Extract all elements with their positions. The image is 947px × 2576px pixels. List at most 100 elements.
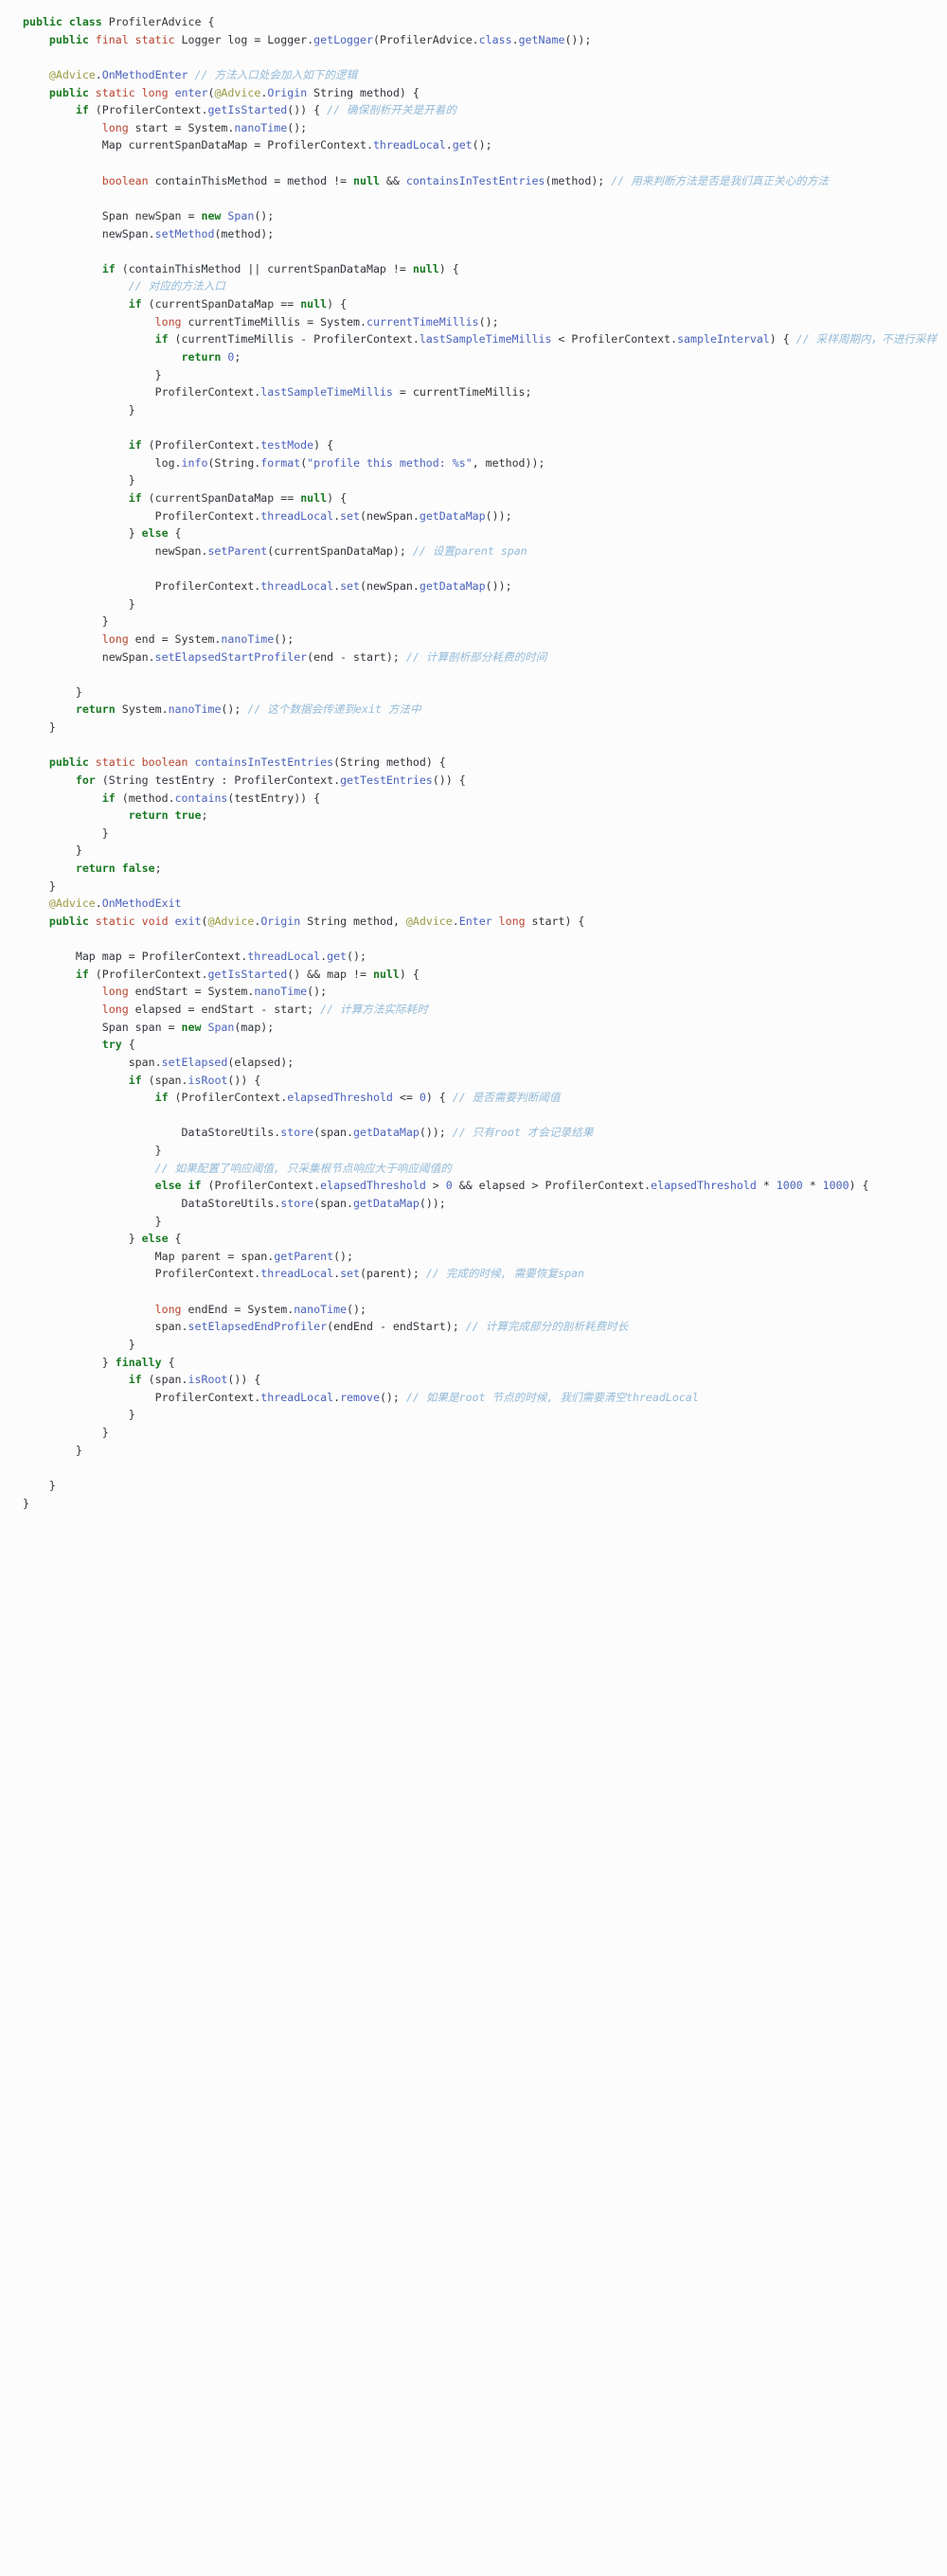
- code-token-p: log.: [23, 455, 182, 470]
- code-token-p: ProfilerContext.: [23, 1390, 261, 1404]
- code-token-p: elapsed = endStart - start;: [128, 1003, 321, 1016]
- code-token-m: currentTimeMillis: [366, 314, 479, 329]
- code-token-p: Logger log = Logger.: [174, 32, 314, 46]
- code-token-m: enter: [174, 85, 208, 99]
- code-token-m: nanoTime: [234, 120, 288, 134]
- code-token-k: if: [101, 261, 116, 275]
- code-token-p: [23, 491, 129, 505]
- code-token-p: [23, 1003, 102, 1016]
- code-token-m: get: [327, 950, 348, 964]
- code-token-p: (currentSpanDataMap ==: [141, 297, 301, 311]
- code-token-k: if: [75, 967, 89, 981]
- code-token-t: boolean: [101, 173, 149, 187]
- code-token-p: newSpan.: [23, 649, 155, 664]
- code-token-p: (newSpan.: [360, 579, 420, 593]
- code-token-p: [23, 121, 102, 134]
- code-token-m: remove: [340, 1390, 380, 1404]
- code-token-p: [23, 297, 129, 311]
- code-token-m: isRoot: [188, 1373, 228, 1387]
- code-token-m: elapsedThreshold: [651, 1179, 757, 1193]
- code-token-k: for: [75, 773, 96, 787]
- code-token-n: 0: [419, 1091, 426, 1105]
- code-token-c: // 采样周期内，不进行采样: [795, 332, 938, 346]
- code-token-p: [23, 1038, 102, 1051]
- code-token-p: {: [168, 1232, 182, 1246]
- code-token-p: ()) {: [227, 1073, 261, 1087]
- code-token-t: long: [154, 314, 182, 329]
- code-token-p: (newSpan.: [360, 508, 420, 523]
- code-token-p: }: [23, 1144, 162, 1157]
- code-token-m: containsInTestEntries: [194, 755, 334, 770]
- code-token-k: null: [412, 261, 439, 275]
- code-token-p: ) {: [399, 967, 420, 981]
- code-token-k: else: [141, 1232, 169, 1246]
- code-token-k: else: [141, 526, 169, 541]
- source-code[interactable]: public class ProfilerAdvice { public fin…: [0, 6, 947, 1521]
- code-token-c: // 如果是root 节点的时候, 我们需要清空threadLocal: [405, 1390, 699, 1404]
- code-token-c: // 用来判断方法是否是我们真正关心的方法: [611, 173, 829, 187]
- code-token-p: (currentTimeMillis - ProfilerContext.: [168, 332, 420, 346]
- code-token-a: @Advice: [405, 914, 453, 928]
- code-token-p: ()) {: [432, 773, 466, 787]
- code-token-c: // 计算剖析部分耗费的时间: [405, 649, 547, 664]
- code-token-p: String method) {: [307, 85, 420, 99]
- code-token-p: ) {: [849, 1179, 869, 1193]
- code-token-t: long: [154, 1302, 182, 1316]
- code-token-p: }: [23, 1426, 109, 1439]
- code-token-p: ());: [485, 508, 512, 523]
- code-token-n: 1000: [822, 1179, 849, 1193]
- code-token-c: // 如果配置了响应阈值, 只采集根节点响应大于响应阈值的: [154, 1161, 452, 1175]
- code-token-a: @Advice: [207, 914, 255, 928]
- code-token-p: span.: [23, 1320, 188, 1334]
- code-token-p: (String method) {: [333, 755, 446, 770]
- code-token-m: contains: [174, 791, 228, 805]
- code-token-p: , method));: [472, 455, 545, 470]
- code-token-p: newSpan.: [23, 543, 208, 558]
- code-token-t: long: [101, 985, 129, 999]
- code-token-a: @Advice: [48, 897, 96, 911]
- code-token-p: ) {: [313, 438, 334, 452]
- code-token-p: (span.: [141, 1073, 188, 1087]
- code-token-c: // 方法入口处会加入如下的逻辑: [194, 67, 358, 81]
- code-token-m: threadLocal: [247, 950, 321, 964]
- code-token-p: ) {: [327, 297, 348, 311]
- code-token-p: ;: [234, 349, 241, 364]
- code-token-k: null: [353, 173, 380, 187]
- code-token-p: Map parent = span.: [23, 1249, 275, 1263]
- code-token-p: && elapsed > ProfilerContext.: [452, 1179, 652, 1193]
- code-token-m: testMode: [260, 438, 314, 452]
- code-token-p: ProfilerContext.: [23, 385, 261, 400]
- code-token-p: }: [23, 596, 135, 611]
- code-token-p: ) {: [769, 332, 796, 346]
- code-token-m: lastSampleTimeMillis: [419, 332, 552, 346]
- code-token-p: [23, 1179, 155, 1192]
- code-token-p: }: [23, 526, 142, 541]
- code-token-p: ProfilerContext.: [23, 508, 261, 523]
- code-token-p: [188, 68, 195, 81]
- code-token-p: }: [23, 826, 109, 840]
- code-token-k: public class: [23, 15, 102, 28]
- code-token-p: Span span =: [23, 1020, 182, 1034]
- code-token-c: // 是否需要判断阈值: [452, 1091, 561, 1105]
- code-token-m: setElapsedStartProfiler: [154, 649, 308, 664]
- code-token-p: (span.: [141, 1373, 188, 1387]
- code-token-p: [169, 915, 175, 928]
- code-token-m: setElapsed: [161, 1055, 228, 1069]
- code-token-m: getDataMap: [419, 508, 486, 523]
- code-token-p: [23, 332, 155, 346]
- code-token-m: nanoTime: [221, 631, 275, 646]
- code-token-p: [188, 755, 195, 769]
- code-token-p: }: [23, 367, 162, 382]
- code-token-p: [23, 33, 49, 46]
- code-token-p: span.: [23, 1055, 162, 1069]
- code-token-m: getDataMap: [419, 579, 486, 593]
- code-token-p: [23, 915, 49, 928]
- code-token-k: true: [174, 808, 202, 823]
- code-token-m: getDataMap: [353, 1126, 420, 1140]
- code-token-p: }: [23, 1232, 142, 1246]
- code-token-m: Origin: [267, 85, 308, 99]
- code-token-p: (method.: [115, 791, 175, 805]
- code-token-k: public: [48, 32, 89, 46]
- code-token-p: ;: [201, 808, 208, 823]
- code-token-p: *: [756, 1179, 777, 1193]
